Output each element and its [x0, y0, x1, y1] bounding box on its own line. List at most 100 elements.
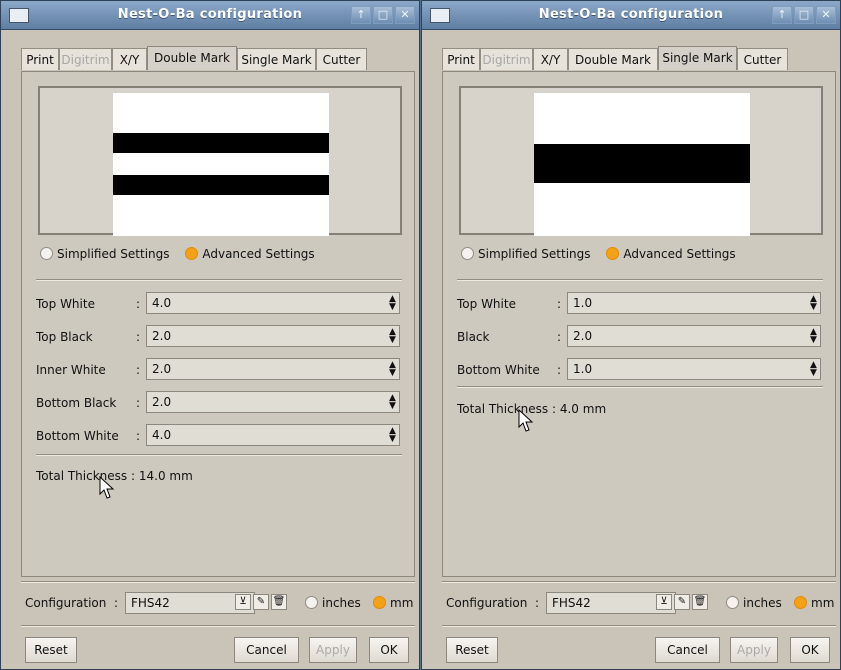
reset-button[interactable]: Reset [25, 637, 77, 663]
settings-mode-group: Simplified Settings Advanced Settings [40, 247, 327, 267]
tab-double-mark[interactable]: Double Mark [568, 48, 658, 70]
top-white-input[interactable]: 1.0 ▲ ▼ [567, 292, 821, 314]
shade-button[interactable]: ↑ [351, 6, 371, 24]
delete-config-icon[interactable]: 🗑 [692, 594, 708, 610]
mouse-cursor-icon [99, 476, 115, 499]
mark-preview [459, 86, 823, 236]
tab-double-mark[interactable]: Double Mark [147, 46, 237, 70]
cancel-button[interactable]: Cancel [655, 637, 720, 663]
field-label: Bottom White [36, 429, 119, 443]
reset-button[interactable]: Reset [446, 637, 498, 663]
inner-white-input[interactable]: 2.0 ▲ ▼ [146, 358, 400, 380]
bottom-white-row: Bottom White: 4.0 ▲ ▼ [36, 424, 400, 448]
black-bar [534, 144, 750, 183]
bottom-black-input[interactable]: 2.0 ▲ ▼ [146, 391, 400, 413]
mm-radio[interactable] [373, 596, 386, 609]
save-config-icon[interactable]: ✎ [674, 594, 690, 610]
spinner-icon[interactable]: ▲ ▼ [388, 427, 397, 444]
maximize-button[interactable]: □ [373, 6, 393, 24]
spinner-icon[interactable]: ▲ ▼ [388, 394, 397, 411]
top-white-row: Top White: 1.0 ▲ ▼ [457, 292, 821, 316]
tab-digitrim: Digitrim [59, 48, 112, 70]
field-label: Top White [457, 297, 516, 311]
tab-cutter[interactable]: Cutter [316, 48, 367, 70]
advanced-settings-label[interactable]: Advanced Settings [202, 247, 314, 261]
tab-cutter[interactable]: Cutter [737, 48, 788, 70]
ok-button[interactable]: OK [369, 637, 409, 663]
dropdown-arrow-icon[interactable]: ⊻ [656, 594, 672, 610]
top-black-row: Top Black: 2.0 ▲ ▼ [36, 325, 400, 349]
simplified-settings-radio[interactable] [461, 247, 474, 260]
apply-button: Apply [730, 637, 778, 663]
inches-radio[interactable] [305, 596, 318, 609]
maximize-button[interactable]: □ [794, 6, 814, 24]
dropdown-arrow-icon[interactable]: ⊻ [235, 594, 251, 610]
separator [21, 581, 415, 583]
cancel-button[interactable]: Cancel [234, 637, 299, 663]
spinner-icon[interactable]: ▲ ▼ [388, 295, 397, 312]
bottom-white-input[interactable]: 1.0 ▲ ▼ [567, 358, 821, 380]
close-button[interactable]: ✕ [816, 6, 836, 24]
field-label: Top White [36, 297, 95, 311]
mm-radio[interactable] [794, 596, 807, 609]
mm-option[interactable]: mm [794, 596, 834, 610]
separator [21, 625, 415, 627]
black-input[interactable]: 2.0 ▲ ▼ [567, 325, 821, 347]
close-button[interactable]: ✕ [395, 6, 415, 24]
field-label: Black [457, 330, 490, 344]
top-black-input[interactable]: 2.0 ▲ ▼ [146, 325, 400, 347]
bottom-white-row: Bottom White: 1.0 ▲ ▼ [457, 358, 821, 382]
simplified-settings-label[interactable]: Simplified Settings [478, 247, 591, 261]
double-mark-panel: Simplified Settings Advanced Settings To… [21, 71, 415, 577]
tab-single-mark[interactable]: Single Mark [237, 48, 316, 70]
configuration-row: Configuration : FHS42 ⊻ ✎ 🗑 inches mm [25, 591, 415, 615]
ok-button[interactable]: OK [790, 637, 830, 663]
configuration-label: Configuration : [446, 596, 540, 610]
spinner-icon[interactable]: ▲ ▼ [809, 295, 818, 312]
total-thickness-label: Total Thickness [457, 402, 549, 416]
config-window-double-mark: Nest-O-Ba configuration ↑ □ ✕ Print Digi… [0, 0, 420, 670]
delete-config-icon[interactable]: 🗑 [271, 594, 287, 610]
title-bar[interactable]: Nest-O-Ba configuration ↑ □ ✕ [422, 1, 840, 30]
spinner-icon[interactable]: ▲ ▼ [809, 328, 818, 345]
inches-radio[interactable] [726, 596, 739, 609]
field-label: Bottom White [457, 363, 540, 377]
field-label: Top Black [36, 330, 93, 344]
total-thickness-value: 14.0 mm [138, 469, 193, 483]
simplified-settings-radio[interactable] [40, 247, 53, 260]
spinner-icon[interactable]: ▲ ▼ [809, 361, 818, 378]
tab-print[interactable]: Print [21, 48, 59, 70]
spinner-icon[interactable]: ▲ ▼ [388, 328, 397, 345]
inner-white-row: Inner White: 2.0 ▲ ▼ [36, 358, 400, 382]
apply-button: Apply [309, 637, 357, 663]
separator [442, 581, 836, 583]
top-black-bar [113, 133, 329, 153]
tab-single-mark[interactable]: Single Mark [658, 46, 737, 70]
bottom-white-input[interactable]: 4.0 ▲ ▼ [146, 424, 400, 446]
configuration-row: Configuration : FHS42 ⊻ ✎ 🗑 inches mm [446, 591, 836, 615]
simplified-settings-label[interactable]: Simplified Settings [57, 247, 170, 261]
shade-button[interactable]: ↑ [772, 6, 792, 24]
advanced-settings-radio[interactable] [185, 247, 199, 260]
separator [457, 386, 823, 388]
advanced-settings-label[interactable]: Advanced Settings [623, 247, 735, 261]
total-thickness-value: 4.0 mm [559, 402, 607, 416]
settings-mode-group: Simplified Settings Advanced Settings [461, 247, 748, 267]
tab-print[interactable]: Print [442, 48, 480, 70]
top-white-input[interactable]: 4.0 ▲ ▼ [146, 292, 400, 314]
title-bar[interactable]: Nest-O-Ba configuration ↑ □ ✕ [1, 1, 419, 30]
save-config-icon[interactable]: ✎ [253, 594, 269, 610]
mouse-cursor-icon [518, 409, 534, 432]
bottom-black-row: Bottom Black: 2.0 ▲ ▼ [36, 391, 400, 415]
inches-option[interactable]: inches [305, 596, 361, 610]
separator [36, 454, 402, 456]
inches-option[interactable]: inches [726, 596, 782, 610]
spinner-icon[interactable]: ▲ ▼ [388, 361, 397, 378]
config-window-single-mark: Nest-O-Ba configuration ↑ □ ✕ Print Digi… [421, 0, 841, 670]
black-row: Black: 2.0 ▲ ▼ [457, 325, 821, 349]
tab-xy[interactable]: X/Y [533, 48, 568, 70]
separator [457, 279, 823, 281]
tab-xy[interactable]: X/Y [112, 48, 147, 70]
advanced-settings-radio[interactable] [606, 247, 620, 260]
mm-option[interactable]: mm [373, 596, 413, 610]
